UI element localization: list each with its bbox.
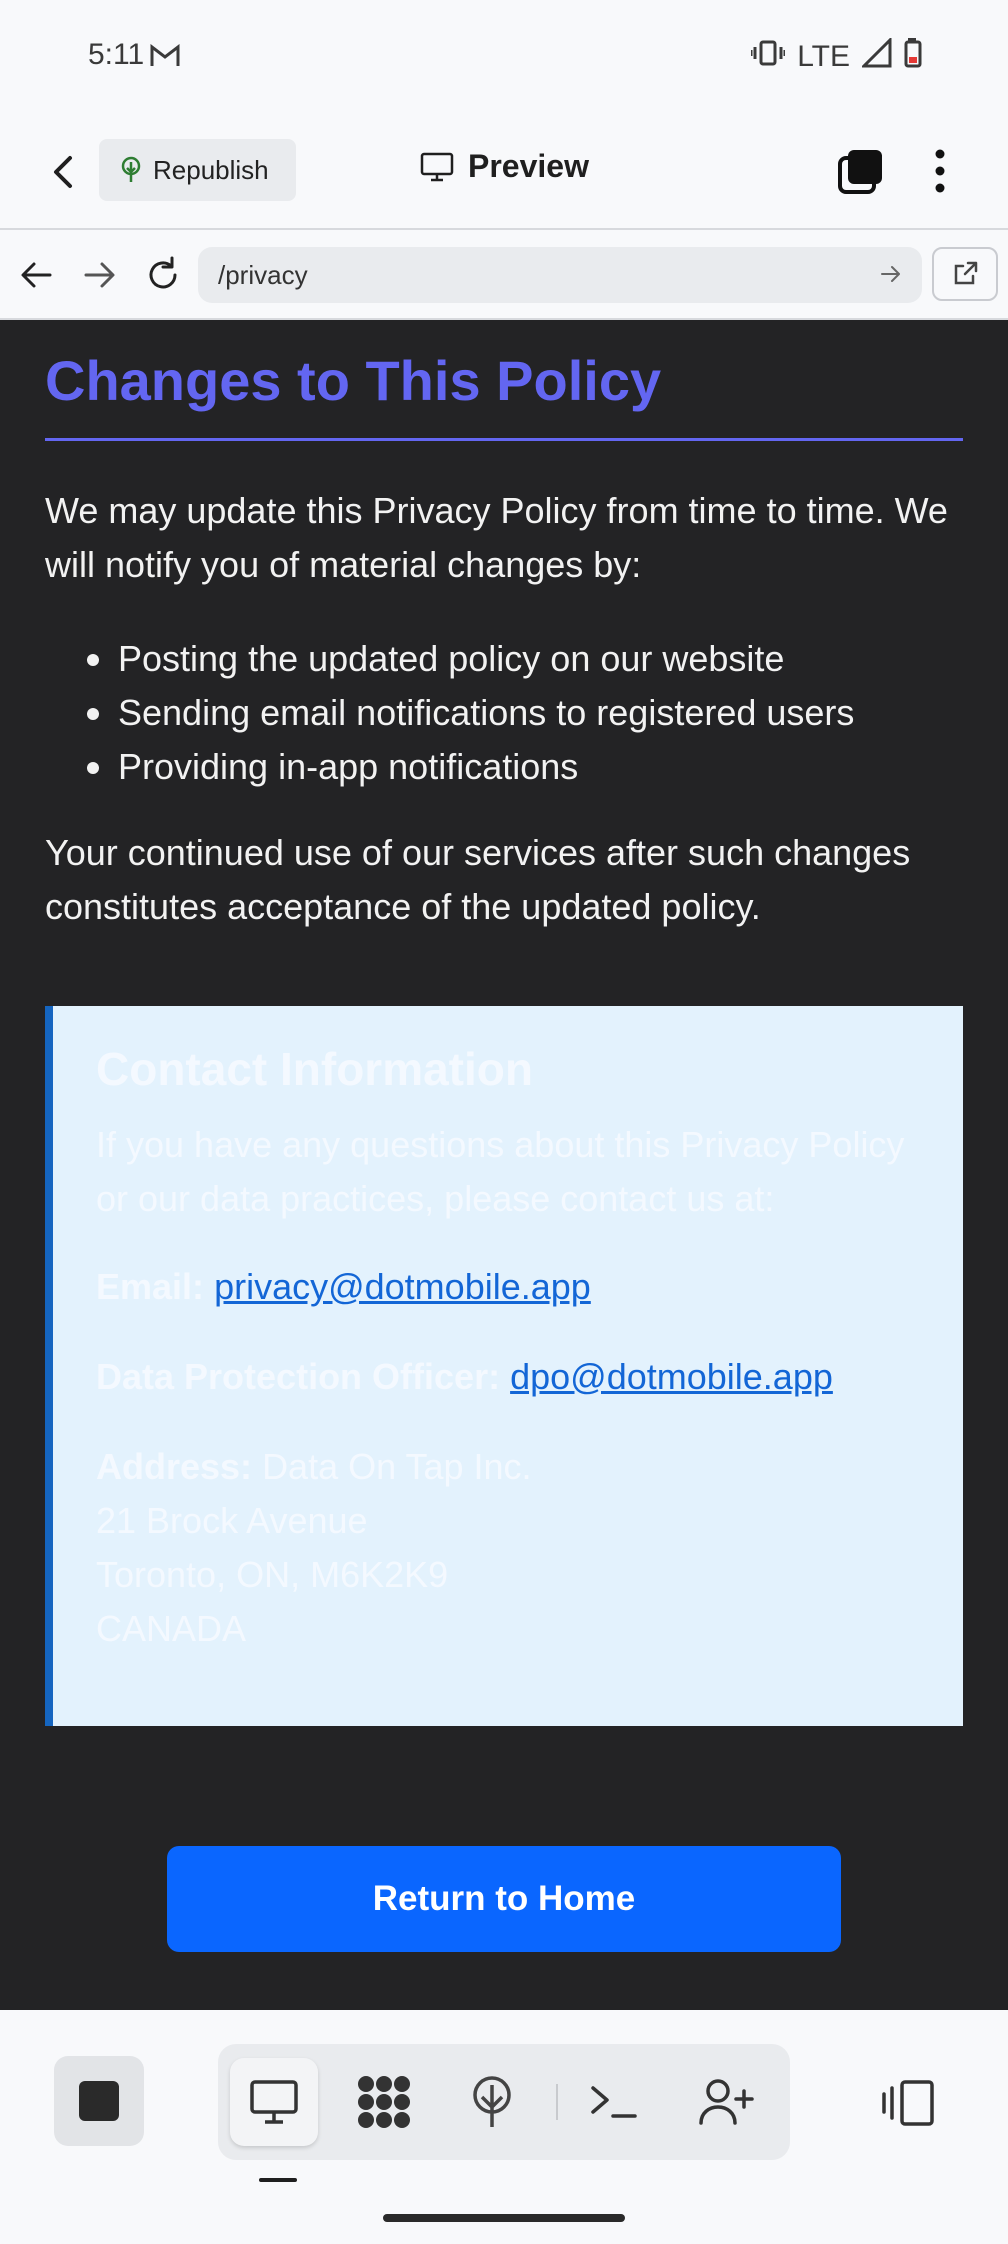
address-line: 21 Brock Avenue — [96, 1500, 368, 1541]
more-menu-button[interactable] — [924, 146, 956, 196]
address-label: Address: — [96, 1446, 253, 1487]
list-item: Posting the updated policy on our websit… — [45, 632, 965, 686]
url-input[interactable]: /privacy — [198, 247, 922, 303]
contact-intro: If you have any questions about this Pri… — [96, 1124, 905, 1219]
page-content: Changes to This Policy We may update thi… — [0, 320, 1008, 2010]
windows-icon — [838, 150, 882, 194]
tree-icon — [473, 2076, 511, 2127]
contact-dpo-row: Data Protection Officer: dpo@dotmobile.a… — [96, 1350, 936, 1404]
open-external-button[interactable] — [932, 247, 998, 301]
terminal-icon — [591, 2086, 637, 2118]
side-panel-button[interactable] — [880, 2078, 936, 2128]
list-item: Providing in-app notifications — [45, 740, 965, 794]
status-indicators: LTE — [749, 36, 924, 76]
refresh-icon — [149, 256, 177, 289]
divider — [556, 2084, 558, 2120]
stop-icon — [79, 2081, 119, 2121]
monitor-icon — [250, 2080, 298, 2124]
address-line: Data On Tap Inc. — [262, 1446, 532, 1487]
contact-information-box: Contact Information If you have any ques… — [45, 1006, 963, 1726]
list-item: Sending email notifications to registere… — [45, 686, 965, 740]
preview-mode-button[interactable] — [230, 2058, 318, 2146]
status-bar: 5:11 LTE — [0, 0, 1008, 112]
grid-blob-icon — [358, 2076, 410, 2128]
address-line: CANADA — [96, 1608, 247, 1649]
terminal-button[interactable] — [570, 2058, 658, 2146]
windows-button[interactable] — [836, 146, 886, 196]
external-link-icon — [954, 261, 978, 285]
browser-back-button[interactable] — [16, 254, 58, 296]
battery-icon — [904, 38, 924, 76]
signal-icon — [860, 36, 892, 76]
contact-email-row: Email: privacy@dotmobile.app — [96, 1260, 936, 1314]
republish-button[interactable]: Republish — [99, 139, 296, 201]
contact-title: Contact Information — [96, 1043, 533, 1095]
url-text: /privacy — [218, 259, 308, 290]
mode-switcher — [218, 2044, 790, 2160]
preview-label: Preview — [468, 148, 589, 184]
refresh-button[interactable] — [142, 254, 184, 296]
policy-closing: Your continued use of our services after… — [45, 832, 911, 927]
contact-address: Address: Data On Tap Inc. 21 Brock Avenu… — [96, 1440, 936, 1656]
bottom-toolbar — [0, 2010, 1008, 2244]
browser-forward-button[interactable] — [78, 254, 120, 296]
side-panel-icon — [882, 2080, 934, 2126]
mail-icon — [150, 43, 180, 73]
arrow-right-small-icon[interactable] — [878, 261, 904, 287]
address-line: Toronto, ON, M6K2K9 — [96, 1554, 449, 1595]
back-arrow-icon — [54, 156, 72, 188]
preview-title: Preview — [420, 148, 589, 185]
vibrate-icon — [749, 39, 787, 75]
notification-methods-list: Posting the updated policy on our websit… — [45, 632, 965, 794]
app-header: Republish Preview — [0, 112, 1008, 228]
stop-button[interactable] — [54, 2056, 144, 2146]
invite-user-button[interactable] — [682, 2058, 770, 2146]
arrow-right-icon — [84, 262, 115, 288]
title-divider — [45, 438, 963, 441]
dpo-label: Data Protection Officer: — [96, 1356, 501, 1397]
dpo-email-link[interactable]: dpo@dotmobile.app — [510, 1356, 833, 1397]
arrow-left-icon — [21, 262, 52, 288]
policy-intro: We may update this Privacy Policy from t… — [45, 490, 948, 585]
more-vertical-icon — [935, 149, 945, 193]
status-time: 5:11 — [88, 38, 145, 71]
section-title: Changes to This Policy — [45, 349, 662, 412]
publish-mode-button[interactable] — [448, 2058, 536, 2146]
add-user-icon — [699, 2079, 754, 2125]
canvas-mode-button[interactable] — [340, 2058, 428, 2146]
return-home-button[interactable]: Return to Home — [167, 1846, 841, 1952]
back-button[interactable] — [40, 148, 88, 196]
monitor-icon — [420, 152, 454, 181]
republish-label: Republish — [153, 154, 269, 185]
email-link[interactable]: privacy@dotmobile.app — [214, 1266, 591, 1307]
active-indicator — [259, 2178, 297, 2182]
tree-icon — [121, 156, 141, 182]
browser-bar: /privacy — [0, 228, 1008, 320]
email-label: Email: — [96, 1266, 205, 1307]
network-label: LTE — [797, 40, 850, 73]
gesture-home-bar[interactable] — [383, 2214, 625, 2222]
